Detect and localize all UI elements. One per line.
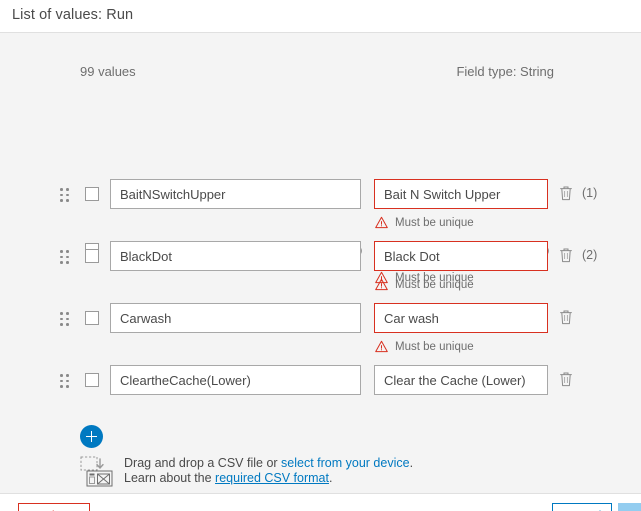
learn-text-suffix: . (329, 471, 332, 485)
table-row: (2) Must be unique (0, 238, 641, 300)
required-csv-format-link[interactable]: required CSV format (215, 471, 329, 485)
delete-row-icon[interactable] (559, 247, 573, 263)
row-unique-warning-text: Must be unique (395, 341, 474, 353)
drop-text-prefix: Drag and drop a CSV file or (124, 456, 281, 470)
delete-row-icon[interactable] (559, 185, 573, 201)
cancel-button[interactable]: Cancel (552, 503, 612, 511)
row-unique-warning: Must be unique (375, 278, 474, 291)
dialog-action-bar: Delete Cancel OK (0, 493, 641, 511)
code-input[interactable] (374, 241, 548, 271)
column-header: Label Code Must (0, 118, 641, 173)
drop-text-suffix: . (410, 456, 413, 470)
delete-row-icon[interactable] (559, 309, 573, 325)
row-unique-warning-text: Must be unique (395, 217, 474, 229)
summary-row: 99 values Field type: String (0, 33, 641, 95)
csv-format-instruction: Learn about the required CSV format. (124, 471, 332, 485)
field-type-label: Field type: String (456, 64, 554, 79)
values-list[interactable]: (1) Must be unique (2) Must be unique Must b… (0, 176, 641, 419)
code-input[interactable] (374, 179, 548, 209)
dialog-titlebar: List of values: Run (0, 0, 641, 33)
code-input[interactable] (374, 365, 548, 395)
row-unique-warning-text: Must be unique (395, 279, 474, 291)
warning-triangle-icon (375, 340, 388, 353)
duplicate-count-label: (1) (582, 186, 597, 200)
delete-row-icon[interactable] (559, 371, 573, 387)
code-input[interactable] (374, 303, 548, 333)
row-checkbox[interactable] (85, 373, 99, 387)
drag-handle-icon[interactable] (60, 188, 71, 202)
drag-handle-icon[interactable] (60, 312, 71, 326)
select-from-device-link[interactable]: select from your device (281, 456, 410, 470)
drag-handle-icon[interactable] (60, 250, 71, 264)
csv-drop-instruction: Drag and drop a CSV file or select from … (124, 456, 413, 470)
delete-button[interactable]: Delete (18, 503, 90, 511)
list-of-values-dialog: List of values: Run 99 values Field type… (0, 0, 641, 511)
drag-handle-icon[interactable] (60, 374, 71, 388)
row-checkbox[interactable] (85, 311, 99, 325)
label-input[interactable] (110, 241, 361, 271)
ok-button[interactable]: OK (618, 503, 641, 511)
row-checkbox[interactable] (85, 249, 99, 263)
label-input[interactable] (110, 303, 361, 333)
table-row: (1) Must be unique (0, 176, 641, 238)
add-value-button[interactable] (80, 425, 103, 448)
csv-upload-icon (80, 456, 116, 488)
table-row (0, 362, 641, 419)
warning-triangle-icon (375, 216, 388, 229)
row-unique-warning: Must be unique (375, 216, 474, 229)
table-row: Must be unique (0, 300, 641, 362)
duplicate-count-label: (2) (582, 248, 597, 262)
label-input[interactable] (110, 365, 361, 395)
value-count-label: 99 values (80, 64, 136, 79)
label-input[interactable] (110, 179, 361, 209)
dialog-title: List of values: Run (12, 7, 133, 23)
warning-triangle-icon (375, 278, 388, 291)
learn-text-prefix: Learn about the (124, 471, 215, 485)
row-unique-warning: Must be unique (375, 340, 474, 353)
row-checkbox[interactable] (85, 187, 99, 201)
